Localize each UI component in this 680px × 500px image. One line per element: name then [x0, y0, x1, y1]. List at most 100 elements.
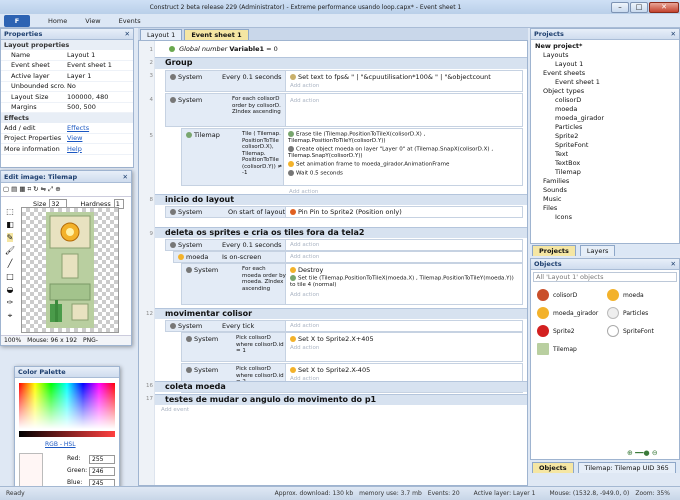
tab-home[interactable]: Home	[48, 17, 67, 25]
line-icon[interactable]: ╱	[8, 259, 13, 268]
brush-icon[interactable]: 🖌	[5, 246, 15, 255]
prop-row[interactable]: Margins 500, 500	[1, 103, 133, 113]
event-row[interactable]: Tilemap Tile ( Tilemap. PositionToTile c…	[181, 128, 523, 186]
prop-row[interactable]: Name Layout 1	[1, 50, 133, 61]
object-item[interactable]: moeda	[607, 289, 644, 301]
add-action-link[interactable]: Add action	[290, 98, 319, 104]
tree-item[interactable]: Particles	[533, 123, 677, 132]
tree-item[interactable]: Sprite2	[533, 132, 677, 141]
color-slider[interactable]	[19, 431, 115, 437]
tree-item[interactable]: moeda	[533, 105, 677, 114]
color-mode-toggle[interactable]: RGB - HSL	[45, 441, 76, 448]
object-item[interactable]: Particles	[607, 307, 648, 319]
event-condition[interactable]: System Every 0.1 seconds	[166, 71, 286, 91]
group-header[interactable]: inicio do layout	[155, 194, 527, 205]
crop-icon[interactable]: ⌗	[27, 185, 31, 194]
tab-tilemap[interactable]: Tilemap: Tilemap UID 365	[577, 462, 676, 473]
event-action[interactable]: Set text to fps& " | "&cpuutilisation*10…	[290, 73, 491, 81]
tree-item[interactable]: Music	[533, 195, 677, 204]
global-variable[interactable]: Global number Variable1 = 0	[169, 45, 278, 53]
eraser-icon[interactable]: ◧	[6, 220, 14, 229]
view-link[interactable]: View	[65, 134, 133, 142]
prop-row[interactable]: Event sheet Event sheet 1	[1, 61, 133, 71]
tree-item[interactable]: Icons	[533, 213, 677, 222]
tree-item[interactable]: New project*	[533, 42, 677, 51]
event-row[interactable]: System On start of layout Pin Pin to Spr…	[165, 206, 523, 218]
add-event-link[interactable]: Add event	[161, 407, 189, 413]
event-condition[interactable]: moeda Is on-screen	[174, 252, 286, 262]
tree-item[interactable]: SpriteFont	[533, 141, 677, 150]
group-header[interactable]: movimentar colisor	[155, 308, 527, 319]
add-action-link[interactable]: Add action	[290, 83, 319, 89]
tree-item[interactable]: colisorD	[533, 96, 677, 105]
objects-filter[interactable]: All 'Layout 1' objects	[533, 272, 677, 282]
group-header[interactable]: Group	[155, 57, 527, 69]
event-action[interactable]: Wait 0.5 seconds	[288, 170, 343, 177]
event-row[interactable]: System Every tick Add action	[165, 320, 523, 332]
tab-layers[interactable]: Layers	[579, 245, 616, 256]
pencil-icon[interactable]: ✎	[6, 233, 14, 242]
event-condition[interactable]: System For each moeda order by moeda. ZI…	[182, 264, 286, 304]
add-action-link[interactable]: Add action	[290, 242, 319, 248]
rectangle-icon[interactable]: □	[6, 272, 14, 281]
event-action[interactable]: Set animation frame to moeda_girador.Ani…	[288, 161, 449, 168]
tab-event-sheet-1[interactable]: Event sheet 1	[184, 29, 249, 40]
picker-icon[interactable]: ✑	[7, 298, 14, 307]
add-action-link[interactable]: Add action	[290, 254, 319, 260]
close-button[interactable]: ✕	[649, 1, 679, 13]
tree-item[interactable]: Event sheets	[533, 69, 677, 78]
group-header[interactable]: testes de mudar o angulo do movimento do…	[155, 394, 527, 405]
close-icon[interactable]: ✕	[671, 260, 676, 268]
event-condition[interactable]: System Pick colisorD where colisorD.id =…	[182, 333, 286, 361]
object-item[interactable]: Tilemap	[537, 343, 577, 355]
event-sheet[interactable]: 1 Global number Variable1 = 0 2 Group 3 …	[138, 40, 528, 486]
resize-icon[interactable]: ⤢	[48, 185, 53, 194]
tree-item[interactable]: TextBox	[533, 159, 677, 168]
tab-objects[interactable]: Objects	[532, 462, 574, 473]
event-row[interactable]: System Every 0.1 seconds Set text to fps…	[165, 70, 523, 92]
tree-item[interactable]: Sounds	[533, 186, 677, 195]
close-icon[interactable]: ✕	[125, 30, 130, 38]
event-action[interactable]: Set X to Sprite2.X-405	[290, 366, 370, 374]
event-condition[interactable]: System For each colisorD order by coliso…	[166, 94, 286, 126]
add-action-link[interactable]: Add action	[290, 323, 319, 329]
open-icon[interactable]: ▤	[11, 185, 17, 194]
rotate-icon[interactable]: ↻	[33, 185, 38, 194]
event-action[interactable]: Erase tile (Tilemap.PositionToTileX(coli…	[288, 131, 520, 145]
format-select[interactable]: PNG-	[83, 337, 98, 344]
tree-item[interactable]: Tilemap	[533, 168, 677, 177]
event-row[interactable]: System Pick colisorD where colisorD.id =…	[181, 332, 523, 362]
event-action[interactable]: Pin Pin to Sprite2 (Position only)	[290, 208, 402, 216]
tree-item[interactable]: moeda_girador	[533, 114, 677, 123]
flip-icon[interactable]: ⇋	[41, 185, 46, 194]
green-input[interactable]: 246	[89, 467, 115, 476]
prop-row[interactable]: Active layer Layer 1	[1, 71, 133, 82]
save-icon[interactable]: ▦	[19, 185, 25, 194]
object-item[interactable]: colisorD	[537, 289, 577, 301]
file-menu-button[interactable]: F	[4, 14, 30, 27]
event-row[interactable]: System For each moeda order by moeda. ZI…	[181, 263, 523, 305]
group-header[interactable]: deleta os sprites e cria os tiles fora d…	[155, 227, 527, 238]
color-spectrum[interactable]	[19, 383, 115, 429]
help-link[interactable]: Help	[65, 145, 133, 153]
fill-icon[interactable]: ◒	[7, 285, 14, 294]
zoom-icon[interactable]: ⊕	[55, 185, 60, 194]
group-header[interactable]: coleta moeda	[155, 381, 527, 392]
zoom-controls[interactable]: ⊕ ━━● ⊖	[627, 449, 658, 457]
prop-row[interactable]: Unbounded scro... No	[1, 82, 133, 92]
red-input[interactable]: 255	[89, 455, 115, 464]
event-condition[interactable]: System Every tick	[166, 321, 286, 331]
minimize-button[interactable]: –	[611, 1, 629, 13]
tree-item[interactable]: Text	[533, 150, 677, 159]
object-item[interactable]: SpriteFont	[607, 325, 654, 337]
section-layout-properties[interactable]: Layout properties	[1, 40, 133, 50]
event-row[interactable]: System For each colisorD order by coliso…	[165, 93, 523, 127]
close-icon[interactable]: ✕	[123, 173, 128, 181]
section-effects[interactable]: Effects	[1, 113, 133, 123]
event-row[interactable]: moeda Is on-screen Add action	[173, 251, 523, 263]
object-item[interactable]: Sprite2	[537, 325, 575, 337]
tab-layout-1[interactable]: Layout 1	[140, 29, 183, 40]
new-icon[interactable]: ▢	[3, 185, 9, 194]
effects-link[interactable]: Effects	[65, 124, 133, 132]
event-action[interactable]: Set X to Sprite2.X+405	[290, 335, 374, 343]
